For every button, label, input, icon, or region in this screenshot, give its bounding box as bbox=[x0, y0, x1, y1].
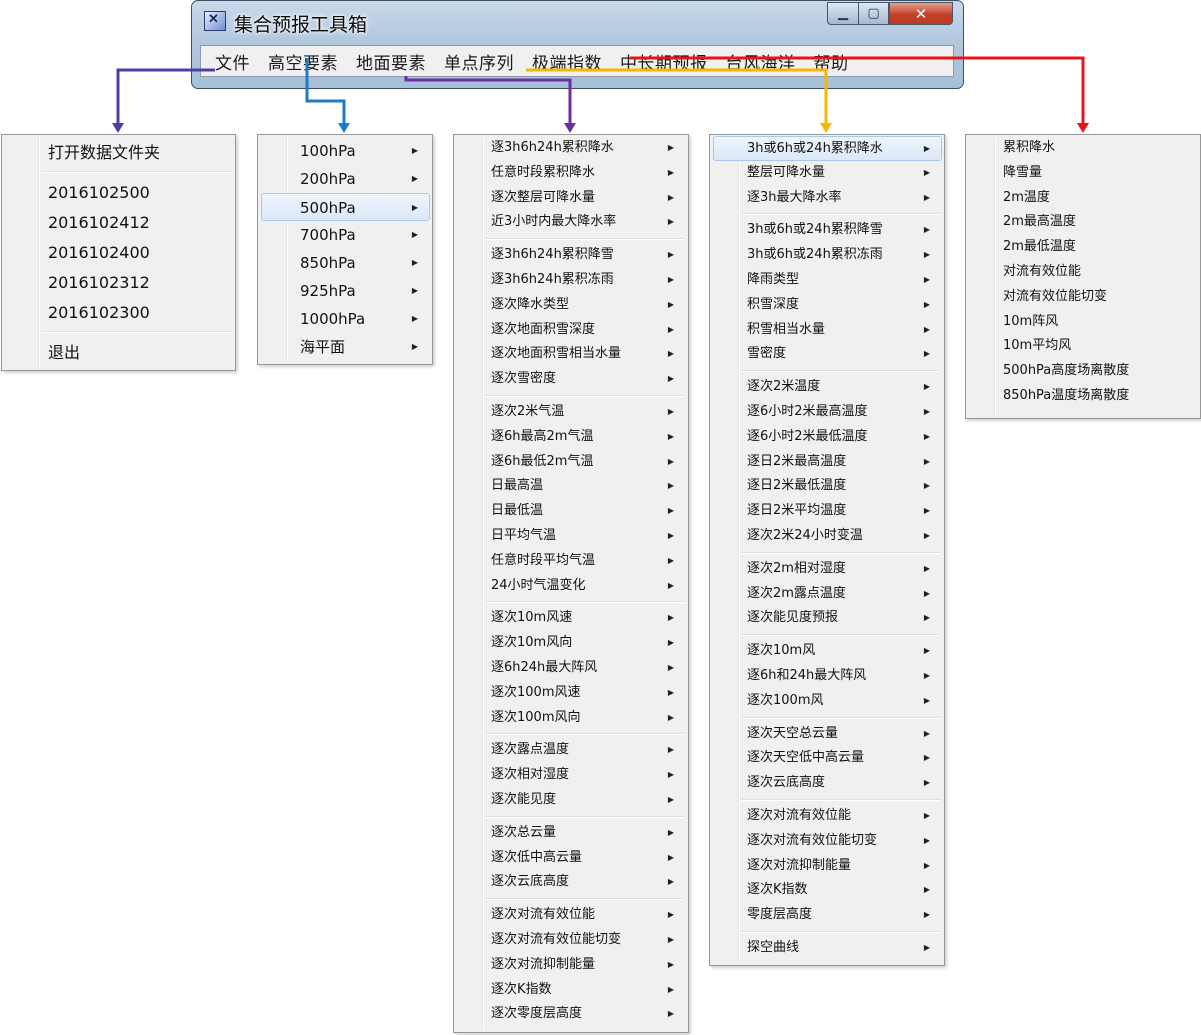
arrowhead-help bbox=[1077, 123, 1089, 133]
connector-upper-air bbox=[305, 58, 346, 124]
connector-file bbox=[116, 68, 215, 124]
arrowhead-extreme bbox=[820, 123, 832, 133]
connector-surface bbox=[404, 76, 572, 124]
arrowhead-file bbox=[112, 123, 124, 133]
connector-arrows bbox=[112, 56, 1089, 133]
arrowhead-surface bbox=[564, 123, 576, 133]
arrowhead-upper-air bbox=[338, 123, 350, 133]
connector-help bbox=[630, 56, 1085, 124]
